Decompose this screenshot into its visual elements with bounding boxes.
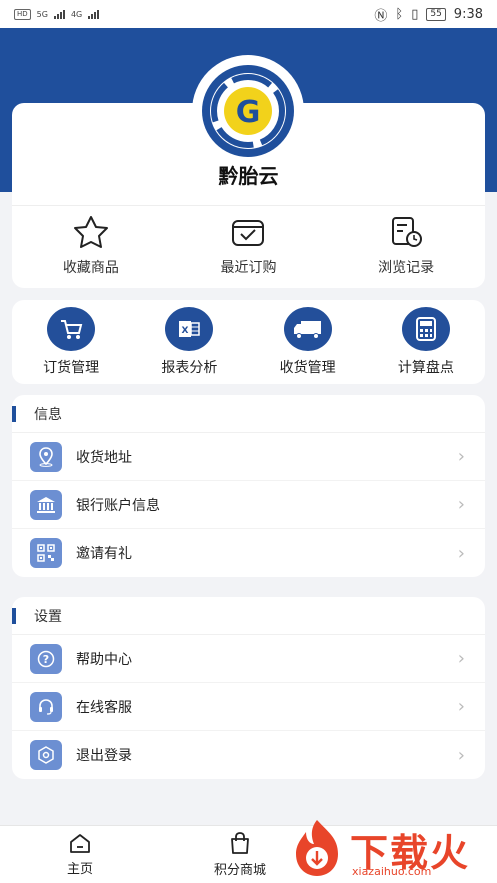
nav-label: 主页 [66,862,93,877]
help-icon: ? [30,643,62,674]
row-help-center[interactable]: ? 帮助中心 › [12,635,485,683]
quick-item-recent-orders[interactable]: 最近订购 [183,215,313,279]
status-left: HD 5G 4G [14,8,100,20]
excel-icon: X [179,321,201,337]
section-title: 信息 [12,395,485,433]
hd-badge: HD [14,8,31,20]
func-label: 订货管理 [43,360,100,376]
calculator-icon [415,317,436,341]
func-receiving-management[interactable]: 收货管理 [253,307,363,377]
chevron-right-icon: › [457,648,465,669]
section-title: 设置 [12,597,485,635]
shopping-bag-icon [231,832,249,854]
row-label: 退出登录 [76,748,132,764]
truck-icon [293,321,321,339]
home-icon [70,834,90,853]
row-label: 在线客服 [76,699,132,716]
quick-item-label: 收藏商品 [62,260,119,276]
divider [12,205,485,206]
settings-section: 设置 ? 帮助中心 › 在线客服 › 退出登录 › [12,597,485,779]
headset-icon [30,691,62,722]
cart-icon [61,320,83,339]
row-label: 银行账户信息 [76,497,160,514]
func-inventory-count[interactable]: 计算盘点 [371,307,481,377]
signal-icon [53,9,65,19]
nfc-icon: Ⓝ [374,8,388,24]
row-label: 邀请有礼 [76,546,132,562]
qrcode-icon [30,538,62,568]
svg-text:?: ? [43,653,49,666]
clock: 9:38 [453,6,483,22]
quick-item-history[interactable]: 浏览记录 [341,215,471,279]
func-icon-circle [47,307,96,351]
app-name: 黔胎云 [218,164,279,188]
history-icon [392,217,423,247]
status-right: Ⓝ ᛒ ▯ 55 9:38 [374,5,483,24]
row-label: 帮助中心 [76,651,132,668]
func-order-management[interactable]: 订货管理 [16,307,126,377]
row-invite-gift[interactable]: 邀请有礼 › [12,529,485,577]
chevron-right-icon: › [457,744,465,766]
signal-icon-2 [88,9,100,19]
box-check-icon [232,220,265,246]
nav-label: 积分商城 [213,863,266,878]
quick-item-favorites[interactable]: 收藏商品 [26,215,156,279]
func-icon-circle [401,307,450,351]
bluetooth-icon: ᛒ [395,6,404,22]
func-label: 计算盘点 [397,360,454,376]
nav-home[interactable]: 主页 [0,826,160,883]
flame-logo-icon [296,820,338,876]
function-card: 订货管理 X 报表分析 收货管理 计算盘点 [12,300,485,384]
star-icon [73,216,108,248]
status-bar: HD 5G 4G Ⓝ ᛒ ▯ 55 9:38 [0,0,497,28]
watermark: 下载火 xiazaihuo.com [288,818,493,880]
row-online-support[interactable]: 在线客服 › [12,683,485,731]
app-logo: G [192,55,304,167]
vibrate-icon: ▯ [411,6,419,22]
svg-text:X: X [182,326,189,336]
watermark-url: xiazaihuo.com [352,865,432,878]
quick-item-label: 浏览记录 [378,260,435,276]
bank-icon [30,489,62,520]
row-logout[interactable]: 退出登录 › [12,731,485,779]
chevron-right-icon: › [457,696,465,717]
svg-text:G: G [236,95,261,130]
func-icon-circle [283,307,332,351]
logout-icon [30,740,62,770]
info-section: 信息 收货地址 › 银行账户信息 › 邀请有礼 › [12,395,485,577]
quick-actions: 收藏商品 最近订购 浏览记录 [12,215,485,279]
chevron-right-icon: › [457,446,465,467]
location-icon [30,441,62,472]
row-label: 收货地址 [76,449,132,466]
row-bank-account[interactable]: 银行账户信息 › [12,481,485,529]
network-label-5g: 5G [36,9,48,19]
chevron-right-icon: › [457,494,465,515]
func-icon-circle: X [165,307,214,351]
func-label: 收货管理 [279,360,336,376]
func-label: 报表分析 [161,360,218,376]
network-label-4g: 4G [70,9,83,19]
battery-icon: 55 [426,7,446,21]
row-shipping-address[interactable]: 收货地址 › [12,433,485,481]
quick-item-label: 最近订购 [220,260,277,276]
logo-icon: G [202,65,294,157]
func-report-analysis[interactable]: X 报表分析 [134,307,244,377]
chevron-right-icon: › [457,542,465,564]
